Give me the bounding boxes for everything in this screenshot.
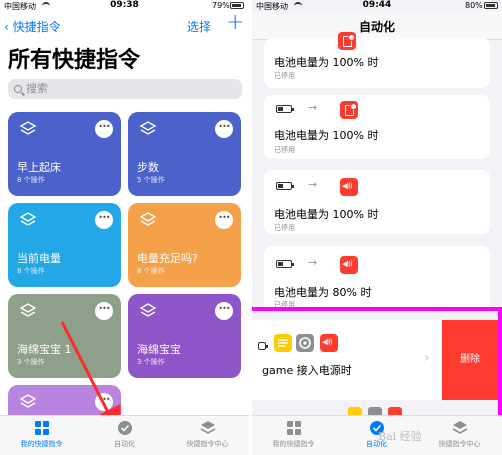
tab-automation[interactable]: 自动化 xyxy=(83,420,166,449)
automation-item[interactable]: → 电池电量为 80% 时 已停用 xyxy=(264,246,490,310)
battery-icon xyxy=(484,2,498,9)
arrow-icon: → xyxy=(308,101,318,114)
notes-icon xyxy=(348,407,362,415)
tab-bar: 我的快捷指令 自动化 快捷指令中心 xyxy=(0,415,249,455)
battery-percent: 80% xyxy=(465,1,483,10)
automation-item[interactable]: → 电池电量为 100% 时 已停用 xyxy=(264,170,490,234)
watermark: Bai 经验 xyxy=(378,430,422,443)
automation-label: 电池电量为 100% 时 xyxy=(274,56,379,69)
highlight-box xyxy=(252,307,502,420)
red-app-icon xyxy=(338,32,356,50)
status-bar: 中国移动 09:44 80% xyxy=(252,0,502,12)
red-app-icon xyxy=(340,101,358,119)
tab-my-shortcuts[interactable]: 我的快捷指令 xyxy=(0,420,83,449)
battery-icon xyxy=(276,260,294,268)
layers-icon xyxy=(452,420,468,436)
tab-label: 快捷指令中心 xyxy=(186,440,229,448)
tab-bar: 我的快捷指令 自动化 快捷指令中心 xyxy=(252,415,502,455)
sound-icon xyxy=(340,256,358,274)
nav-header: 自动化 xyxy=(252,12,502,40)
tab-label: 快捷指令中心 xyxy=(438,440,481,448)
tab-label: 自动化 xyxy=(114,440,135,448)
grid-icon xyxy=(34,420,50,436)
automation-item[interactable]: → 电池电量为 100% 时 已停用 xyxy=(264,95,490,159)
automation-status: 已停用 xyxy=(274,224,295,232)
page-title: 自动化 xyxy=(358,20,395,34)
layers-icon xyxy=(200,420,216,436)
automation-label: 电池电量为 80% 时 xyxy=(274,286,372,299)
left-screen: 中国移动 09:38 79% ‹ 快捷指令 选择 + 所有快捷指令 搜索 早上起… xyxy=(0,0,249,455)
automation-status: 已停用 xyxy=(274,72,295,80)
arrow-icon: → xyxy=(308,178,318,191)
settings-icon xyxy=(368,407,382,415)
automation-label: 电池电量为 100% 时 xyxy=(274,208,379,221)
sound-icon xyxy=(388,407,402,415)
check-circle-icon xyxy=(117,420,133,436)
tab-label: 我的快捷指令 xyxy=(272,440,315,448)
tab-label: 我的快捷指令 xyxy=(20,440,63,448)
grid-icon xyxy=(286,420,302,436)
battery-icon xyxy=(276,182,294,190)
arrow-icon: → xyxy=(308,256,318,269)
automation-item[interactable]: 电池电量为 100% 时 已停用 xyxy=(264,32,490,88)
sound-icon xyxy=(340,178,358,196)
right-screen: 中国移动 09:44 80% 自动化 电池电量为 100% 时 已停用 → 电池… xyxy=(252,0,502,455)
automation-label: 电池电量为 100% 时 xyxy=(274,129,379,142)
tab-gallery[interactable]: 快捷指令中心 xyxy=(166,420,249,449)
tab-my-shortcuts[interactable]: 我的快捷指令 xyxy=(252,420,335,449)
tab-gallery[interactable]: 快捷指令中心 xyxy=(418,420,501,449)
annotation-arrow xyxy=(60,321,121,438)
battery-icon xyxy=(276,105,294,113)
automation-status: 已停用 xyxy=(274,146,295,154)
